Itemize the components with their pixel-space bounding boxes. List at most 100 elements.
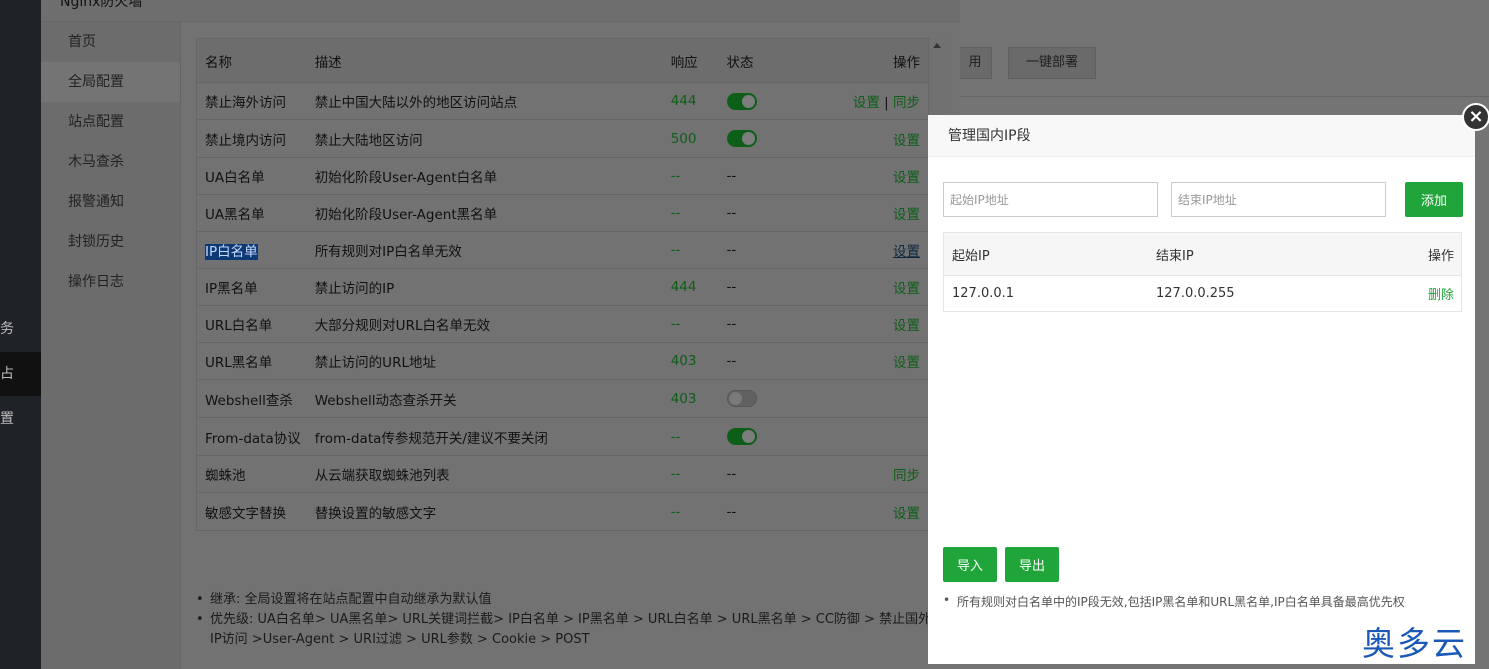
settings-link[interactable]: 设置	[893, 281, 920, 297]
rule-resp: --	[670, 428, 681, 445]
settings-link[interactable]: 设置	[893, 170, 920, 186]
rule-name: UA黑名单	[205, 207, 265, 223]
table-row: IP白名单 所有规则对IP白名单无效 -- -- 设置	[197, 232, 928, 269]
rule-name: Webshell查杀	[205, 392, 293, 409]
rule-state: --	[726, 503, 737, 520]
settings-link[interactable]: 设置	[893, 133, 920, 149]
nav-item-home[interactable]: 首页	[41, 22, 180, 62]
modal-note: 所有规则对白名单中的IP段无效,包括IP黑名单和URL黑名单,IP白名单具备最高…	[943, 593, 1405, 610]
table-row: UA白名单 初始化阶段User-Agent白名单 -- -- 设置	[197, 158, 928, 195]
rule-state: --	[726, 316, 737, 332]
rule-state: --	[726, 466, 737, 482]
table-row: 敏感文字替换 替换设置的敏感文字 -- -- 设置	[197, 493, 928, 530]
window-titlebar: Nginx防火墙	[41, 0, 960, 22]
nav-item-site-config[interactable]: 站点配置	[41, 102, 180, 142]
rule-state: --	[726, 242, 737, 258]
scroll-up-icon[interactable]	[933, 43, 941, 48]
rule-toggle-on[interactable]	[726, 130, 757, 147]
rule-state: --	[726, 168, 737, 184]
rule-toggle-on[interactable]	[726, 428, 757, 445]
add-button[interactable]: 添加	[1405, 182, 1463, 217]
rule-resp: --	[670, 205, 681, 221]
ip-range-table: 起始IP 结束IP 操作 127.0.0.1 127.0.0.255 删除	[943, 232, 1462, 312]
rule-resp: --	[670, 168, 681, 184]
settings-link[interactable]: 设置	[893, 355, 920, 371]
nginx-firewall-window: Nginx防火墙 首页 全局配置 站点配置 木马查杀 报警通知 封锁历史 操作日…	[41, 0, 960, 669]
nav-item-global-config[interactable]: 全局配置	[41, 62, 180, 102]
rule-name: IP黑名单	[205, 281, 258, 297]
rule-name-selected: IP白名单	[205, 244, 258, 260]
export-button[interactable]: 导出	[1005, 547, 1059, 582]
rule-toggle-on[interactable]	[726, 92, 757, 110]
window-title: Nginx防火墙	[60, 0, 143, 10]
table-row: UA黑名单 初始化阶段User-Agent黑名单 -- -- 设置	[197, 195, 928, 232]
rule-desc: 初始化阶段User-Agent黑名单	[314, 207, 498, 223]
firewall-main: 名称 描述 响应 状态 操作 禁止海外访问 禁止中国大陆以外的地区访问站点 44…	[181, 22, 960, 669]
rule-name: UA白名单	[205, 170, 265, 186]
end-ip-value: 127.0.0.255	[1156, 286, 1235, 301]
rule-desc: 初始化阶段User-Agent白名单	[314, 170, 498, 186]
nav-item-operation-log[interactable]: 操作日志	[41, 262, 180, 302]
rule-desc: 大部分规则对URL白名单无效	[314, 318, 490, 334]
rule-desc: from-data传参规范开关/建议不要关闭	[314, 430, 548, 447]
watermark-logo: 奥多云	[1362, 624, 1467, 663]
header-name: 名称	[205, 54, 232, 71]
op-separator: |	[884, 95, 889, 111]
rule-desc: 禁止访问的IP	[314, 281, 395, 297]
manage-domestic-ip-modal: 管理国内IP段 添加 起始IP 结束IP 操作 127.0.0.1 127.0.…	[928, 115, 1475, 664]
header-desc: 描述	[314, 54, 342, 71]
rule-state: --	[726, 205, 737, 221]
table-row: 禁止海外访问 禁止中国大陆以外的地区访问站点 444 设置 | 同步	[197, 83, 928, 120]
firewall-notes: 继承: 全局设置将在站点配置中自动继承为默认值 优先级: UA白名单> UA黑名…	[196, 590, 936, 650]
rule-desc: 从云端获取蜘蛛池列表	[314, 468, 450, 484]
rule-resp[interactable]: 444	[671, 93, 727, 109]
rule-name: 禁止境内访问	[205, 132, 286, 149]
rule-name: URL黑名单	[205, 355, 273, 371]
header-op: 操作	[1427, 248, 1454, 264]
background-divider	[960, 96, 1489, 97]
modal-title: 管理国内IP段	[928, 115, 1475, 157]
header-op: 操作	[893, 54, 920, 71]
rule-resp[interactable]: 403	[671, 353, 727, 369]
header-end-ip: 结束IP	[1156, 248, 1194, 264]
settings-link[interactable]: 设置	[893, 244, 920, 260]
rule-name: URL白名单	[205, 318, 273, 334]
close-icon[interactable]: ×	[1462, 103, 1489, 131]
nav-item-trojan-scan[interactable]: 木马查杀	[41, 142, 180, 182]
ip-table-header: 起始IP 结束IP 操作	[944, 233, 1461, 276]
rule-toggle-off[interactable]	[726, 390, 757, 407]
header-start-ip: 起始IP	[952, 248, 990, 264]
background-sidebar: 务 占 置	[0, 0, 41, 669]
start-ip-value: 127.0.0.1	[952, 286, 1015, 301]
end-ip-input[interactable]	[1171, 182, 1386, 217]
rule-resp[interactable]: 500	[671, 131, 727, 147]
firewall-nav: 首页 全局配置 站点配置 木马查杀 报警通知 封锁历史 操作日志	[41, 22, 181, 669]
nav-item-block-history[interactable]: 封锁历史	[41, 222, 180, 262]
rule-resp: --	[670, 242, 681, 258]
header-state: 状态	[726, 54, 754, 71]
settings-link[interactable]: 设置	[893, 207, 920, 223]
import-button[interactable]: 导入	[943, 547, 997, 582]
rule-desc: 禁止大陆地区访问	[314, 132, 423, 149]
start-ip-input[interactable]	[943, 182, 1158, 217]
table-row: 禁止境内访问 禁止大陆地区访问 500 设置	[197, 120, 928, 158]
rule-state: --	[726, 279, 737, 295]
note-inherit: 继承: 全局设置将在站点配置中自动继承为默认值	[196, 590, 936, 610]
rule-desc: 所有规则对IP白名单无效	[314, 244, 462, 260]
rule-name: 敏感文字替换	[205, 505, 286, 522]
sync-link[interactable]: 同步	[893, 95, 920, 111]
nav-item-alert-notify[interactable]: 报警通知	[41, 182, 180, 222]
background-sidebar-item-active: 占	[0, 352, 41, 396]
sync-link[interactable]: 同步	[893, 468, 920, 484]
rule-resp[interactable]: 444	[671, 279, 727, 295]
table-row: URL黑名单 禁止访问的URL地址 403 -- 设置	[197, 343, 928, 380]
settings-link[interactable]: 设置	[893, 318, 920, 334]
rule-resp: --	[670, 466, 681, 482]
rule-resp[interactable]: 403	[671, 391, 727, 407]
delete-link[interactable]: 删除	[1368, 284, 1461, 303]
rule-name: 蜘蛛池	[205, 468, 246, 484]
table-row: URL白名单 大部分规则对URL白名单无效 -- -- 设置	[197, 306, 928, 343]
settings-link[interactable]: 设置	[893, 506, 920, 522]
rule-state: --	[726, 353, 737, 369]
settings-link[interactable]: 设置	[853, 95, 880, 111]
